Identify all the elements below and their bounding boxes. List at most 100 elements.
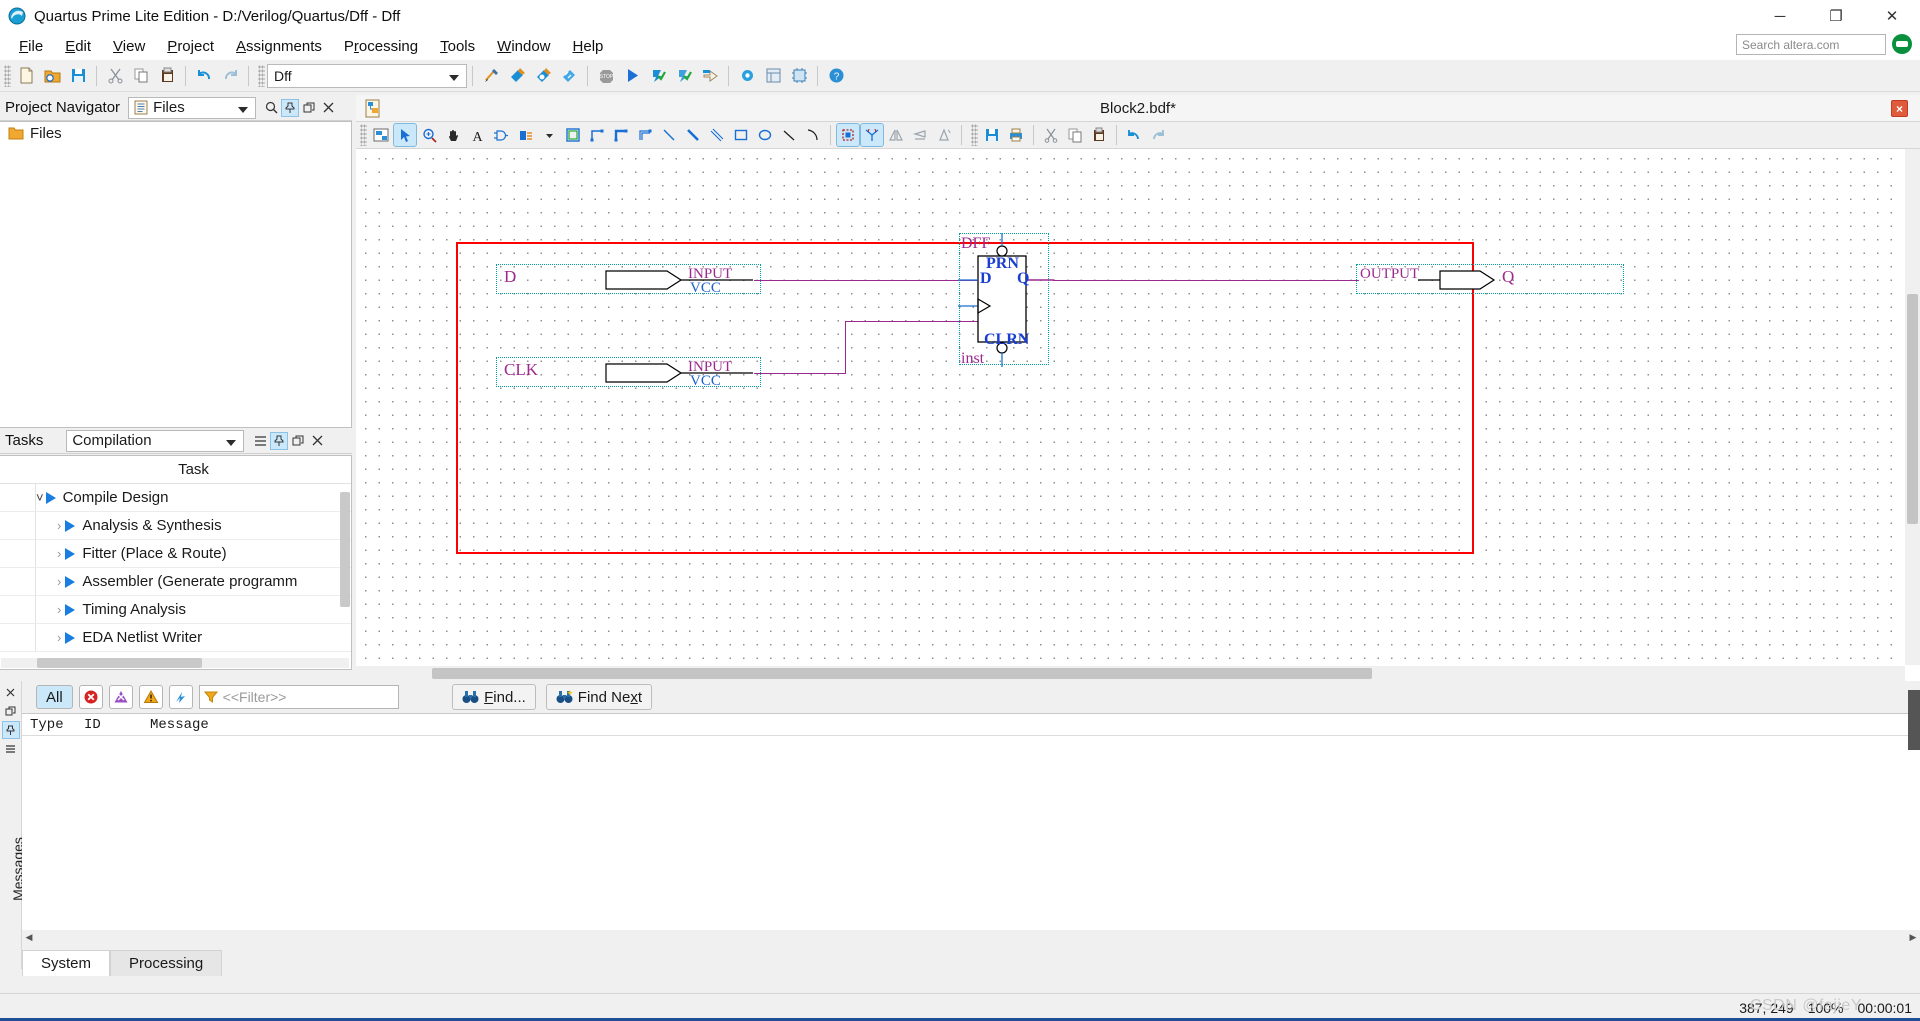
warning-icon[interactable] [138, 685, 163, 709]
save-icon[interactable] [981, 124, 1003, 146]
fitter-icon[interactable] [557, 64, 581, 88]
run-task-icon[interactable] [65, 547, 76, 560]
input-pin-clk-symbol[interactable] [605, 360, 755, 386]
detach-icon[interactable] [301, 100, 317, 116]
chevron-right-icon[interactable]: › [57, 574, 61, 589]
rubberbanding-icon[interactable] [860, 123, 884, 147]
settings-icon[interactable] [735, 64, 759, 88]
cut-icon[interactable] [103, 64, 127, 88]
pin-icon[interactable] [270, 431, 289, 450]
redo-icon[interactable] [1147, 124, 1169, 146]
tree-item-files[interactable]: Files [0, 122, 351, 144]
task-row[interactable]: › Analysis & Synthesis [0, 512, 351, 540]
undo-icon[interactable] [192, 64, 216, 88]
orthogonal-conduit-tool-icon[interactable] [634, 124, 656, 146]
orthogonal-bus-tool-icon[interactable] [610, 124, 632, 146]
cut-icon[interactable] [1040, 124, 1062, 146]
analysis-elaboration-icon[interactable] [646, 64, 670, 88]
flip-vertical-icon[interactable] [909, 124, 931, 146]
find-button[interactable]: Find... [452, 684, 536, 710]
chevron-right-icon[interactable]: › [57, 602, 61, 617]
undo-icon[interactable] [1123, 124, 1145, 146]
scrollbar-thumb[interactable] [1907, 294, 1918, 524]
rectangle-select-icon[interactable] [562, 124, 584, 146]
wire-clk-segment-h1[interactable] [754, 373, 846, 375]
menu-processing[interactable]: Processing [333, 35, 429, 58]
pin-planner-icon[interactable] [479, 64, 503, 88]
filter-all-button[interactable]: All [36, 685, 73, 709]
new-file-icon[interactable] [14, 64, 38, 88]
zoom-tool-icon[interactable] [418, 124, 440, 146]
arc-icon[interactable] [802, 124, 824, 146]
tasks-vscrollbar[interactable] [340, 492, 350, 642]
wire-d-to-dff[interactable] [754, 280, 989, 282]
redo-icon[interactable] [218, 64, 242, 88]
task-row[interactable]: › Assembler (Generate programm [0, 568, 351, 596]
chevron-right-icon[interactable]: › [57, 518, 61, 533]
minimize-button[interactable]: ─ [1752, 0, 1808, 32]
scroll-left-arrow[interactable]: ◀ [22, 930, 36, 944]
input-pin-d-symbol[interactable] [605, 267, 755, 293]
partition-icon[interactable] [836, 123, 860, 147]
tab-processing[interactable]: Processing [110, 950, 223, 976]
text-tool-icon[interactable]: A [466, 124, 488, 146]
menu-project[interactable]: Project [156, 35, 225, 58]
run-task-icon[interactable] [65, 603, 76, 616]
run-task-icon[interactable] [65, 575, 76, 588]
task-row[interactable]: › Timing Analysis [0, 596, 351, 624]
info-icon[interactable] [168, 685, 193, 709]
diagonal-bus-tool-icon[interactable] [682, 124, 704, 146]
chevron-right-icon[interactable]: › [57, 630, 61, 645]
print-icon[interactable] [1005, 124, 1027, 146]
schematic-canvas-viewport[interactable]: D INPUT VCC CLK INPUT VCC DFF inst D Q P… [356, 149, 1920, 681]
close-icon[interactable] [320, 100, 336, 116]
paste-icon[interactable] [155, 64, 179, 88]
error-icon[interactable] [78, 685, 103, 709]
line-icon[interactable] [778, 124, 800, 146]
detach-icon[interactable] [3, 703, 19, 719]
menu-assignments[interactable]: Assignments [225, 35, 333, 58]
toolbar-grip[interactable] [360, 124, 367, 146]
editor-horizontal-scrollbar[interactable] [356, 666, 1905, 681]
pin-icon[interactable] [1, 721, 20, 739]
open-project-icon[interactable] [40, 64, 64, 88]
tasks-hscrollbar[interactable] [1, 658, 349, 668]
task-row[interactable]: › Fitter (Place & Route) [0, 540, 351, 568]
toolbar-grip[interactable] [971, 124, 978, 146]
maximize-button[interactable]: ❐ [1808, 0, 1864, 32]
messages-table[interactable]: Type ID Message [22, 713, 1920, 942]
project-navigator-view-combo[interactable]: Files [128, 96, 257, 119]
menu-window[interactable]: Window [486, 35, 561, 58]
critical-warning-icon[interactable] [108, 685, 133, 709]
selection-tool-icon[interactable] [393, 123, 417, 147]
diagonal-node-tool-icon[interactable] [658, 124, 680, 146]
editor-vertical-scrollbar[interactable] [1905, 149, 1920, 665]
close-icon[interactable]: × [1891, 100, 1908, 117]
chevron-down-icon[interactable]: ˅ [36, 490, 44, 505]
programmer-icon[interactable] [698, 64, 722, 88]
project-navigator-tree[interactable]: Files [0, 121, 352, 428]
close-button[interactable]: ✕ [1864, 0, 1920, 32]
task-row[interactable]: ˅ Compile Design [0, 484, 351, 512]
close-icon[interactable] [3, 684, 19, 700]
find-next-button[interactable]: Find Next [545, 684, 652, 710]
scroll-right-arrow[interactable]: ▶ [1906, 930, 1920, 944]
symbol-tool-icon[interactable] [490, 124, 512, 146]
oval-icon[interactable] [754, 124, 776, 146]
list-menu-icon[interactable] [252, 433, 268, 449]
toolbar-grip[interactable] [4, 64, 11, 87]
run-task-icon[interactable] [45, 491, 56, 504]
pin-icon[interactable] [281, 98, 300, 117]
orthogonal-node-tool-icon[interactable] [586, 124, 608, 146]
revision-combo[interactable]: Dff [267, 63, 467, 88]
menu-tools[interactable]: Tools [429, 35, 486, 58]
menu-edit[interactable]: Edit [54, 35, 102, 58]
schematic-canvas[interactable]: D INPUT VCC CLK INPUT VCC DFF inst D Q P… [356, 149, 1902, 663]
copy-icon[interactable] [129, 64, 153, 88]
list-menu-icon[interactable] [3, 741, 19, 757]
menu-view[interactable]: View [102, 35, 156, 58]
fit-in-window-icon[interactable] [370, 124, 392, 146]
analysis-synthesis-icon[interactable] [531, 64, 555, 88]
start-compilation-icon[interactable] [620, 64, 644, 88]
tasks-tree[interactable]: Task ˅ Compile Design › Analysis & Synth… [0, 455, 352, 670]
